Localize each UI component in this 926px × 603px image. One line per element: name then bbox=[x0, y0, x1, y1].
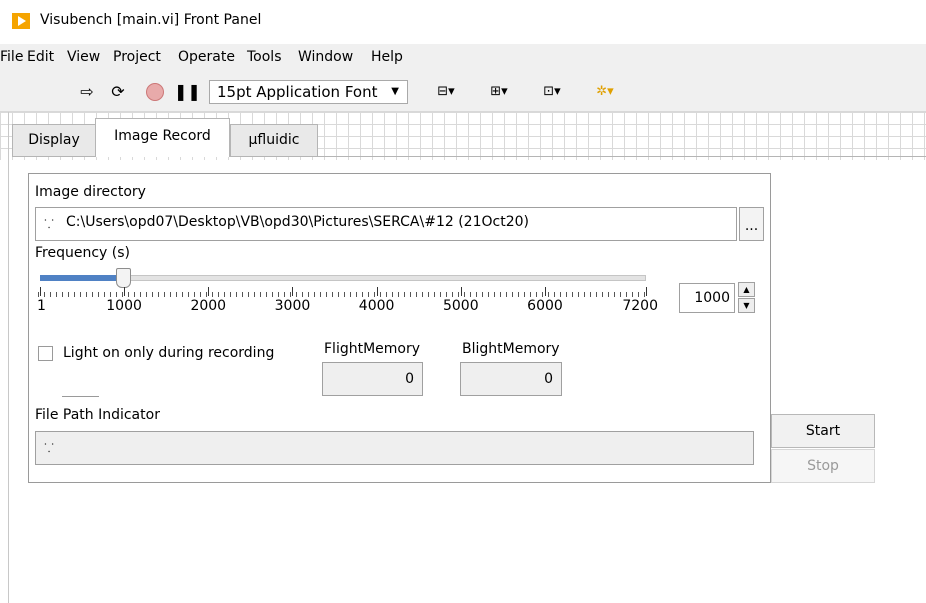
frequency-slider-scale bbox=[38, 289, 649, 297]
frequency-tick bbox=[460, 287, 462, 296]
menu-view[interactable]: View bbox=[67, 49, 100, 65]
start-button[interactable]: Start bbox=[771, 414, 875, 448]
light-on-checkbox[interactable] bbox=[38, 346, 53, 361]
frequency-tick bbox=[40, 287, 41, 296]
frequency-tick bbox=[208, 287, 210, 296]
menu-help[interactable]: Help bbox=[371, 49, 403, 65]
light-on-checkbox-label: Light on only during recording bbox=[63, 345, 275, 361]
decrement-arrow-icon[interactable]: ▼ bbox=[738, 298, 755, 313]
menu-project[interactable]: Project bbox=[113, 49, 161, 65]
frequency-tick-label: 4000 bbox=[358, 298, 395, 314]
menu-window[interactable]: Window bbox=[298, 49, 353, 65]
flight-memory-indicator: 0 bbox=[322, 362, 423, 396]
frequency-tick-label: 5000 bbox=[442, 298, 479, 314]
blight-memory-label: BlightMemory bbox=[462, 341, 560, 357]
menu-file[interactable]: File bbox=[0, 49, 23, 65]
flight-memory-label: FlightMemory bbox=[324, 341, 421, 357]
labview-app-icon bbox=[12, 13, 30, 29]
image-directory-field[interactable]: ⸪ C:\Users\opd07\Desktop\VB\opd30\Pictur… bbox=[35, 207, 737, 241]
frequency-numeric-input[interactable]: 1000 bbox=[679, 283, 735, 313]
tab-image-record[interactable]: Image Record bbox=[95, 118, 230, 157]
frequency-tick-label: 1000 bbox=[106, 298, 142, 314]
tab-ufluidic[interactable]: µfluidic bbox=[230, 124, 318, 156]
run-arrow-icon[interactable]: ⇨ bbox=[76, 82, 98, 102]
frequency-tick bbox=[646, 287, 647, 296]
menu-tools[interactable]: Tools bbox=[247, 49, 282, 65]
image-directory-value: C:\Users\opd07\Desktop\VB\opd30\Pictures… bbox=[66, 214, 529, 230]
font-select-value: 15pt Application Font bbox=[217, 83, 378, 101]
frequency-tick-label: 1 bbox=[37, 298, 46, 314]
frequency-tick-label: 2000 bbox=[190, 298, 227, 314]
browse-button[interactable]: ... bbox=[739, 207, 764, 241]
file-path-indicator-label: File Path Indicator bbox=[35, 407, 160, 423]
divider bbox=[62, 396, 99, 397]
distribute-objects-icon[interactable]: ⊞▾ bbox=[481, 82, 517, 102]
resize-objects-icon[interactable]: ⊡▾ bbox=[534, 82, 570, 102]
tab-display[interactable]: Display bbox=[12, 124, 96, 156]
align-objects-icon[interactable]: ⊟▾ bbox=[428, 82, 464, 102]
abort-icon[interactable] bbox=[146, 83, 164, 101]
run-continuously-icon[interactable]: ⟳ bbox=[107, 82, 129, 102]
menu-edit[interactable]: Edit bbox=[27, 49, 54, 65]
frequency-slider-fill bbox=[40, 275, 125, 281]
frequency-tick bbox=[124, 287, 126, 296]
frequency-tick-label: 6000 bbox=[527, 298, 563, 314]
frequency-tick-label: 7200 bbox=[622, 298, 658, 314]
frequency-tick bbox=[544, 287, 546, 296]
frequency-slider-thumb[interactable] bbox=[116, 268, 132, 288]
frequency-tick bbox=[292, 287, 294, 296]
frequency-tick bbox=[376, 287, 378, 296]
reorder-icon[interactable]: ✲▾ bbox=[587, 82, 623, 102]
window-title: Visubench [main.vi] Front Panel bbox=[40, 12, 262, 28]
increment-arrow-icon[interactable]: ▲ bbox=[738, 282, 755, 297]
path-icon: ⸪ bbox=[44, 441, 54, 455]
file-path-indicator-field: ⸪ bbox=[35, 431, 754, 465]
panel-left-edge bbox=[8, 112, 9, 603]
image-directory-label: Image directory bbox=[35, 184, 146, 200]
path-icon: ⸪ bbox=[44, 217, 54, 231]
pause-icon[interactable]: ❚❚ bbox=[174, 82, 201, 102]
font-select[interactable]: 15pt Application Font ▼ bbox=[209, 80, 408, 104]
stop-button[interactable]: Stop bbox=[771, 449, 875, 483]
frequency-label: Frequency (s) bbox=[35, 245, 130, 261]
frequency-tick-label: 3000 bbox=[274, 298, 311, 314]
toolbar: ⇨ ⟳ ❚❚ 15pt Application Font ▼ ⊟▾ ⊞▾ ⊡▾ … bbox=[0, 72, 926, 112]
chevron-down-icon: ▼ bbox=[391, 86, 399, 97]
menu-bar: File Edit View Project Operate Tools Win… bbox=[0, 44, 926, 72]
menu-operate[interactable]: Operate bbox=[178, 49, 235, 65]
blight-memory-indicator: 0 bbox=[460, 362, 562, 396]
